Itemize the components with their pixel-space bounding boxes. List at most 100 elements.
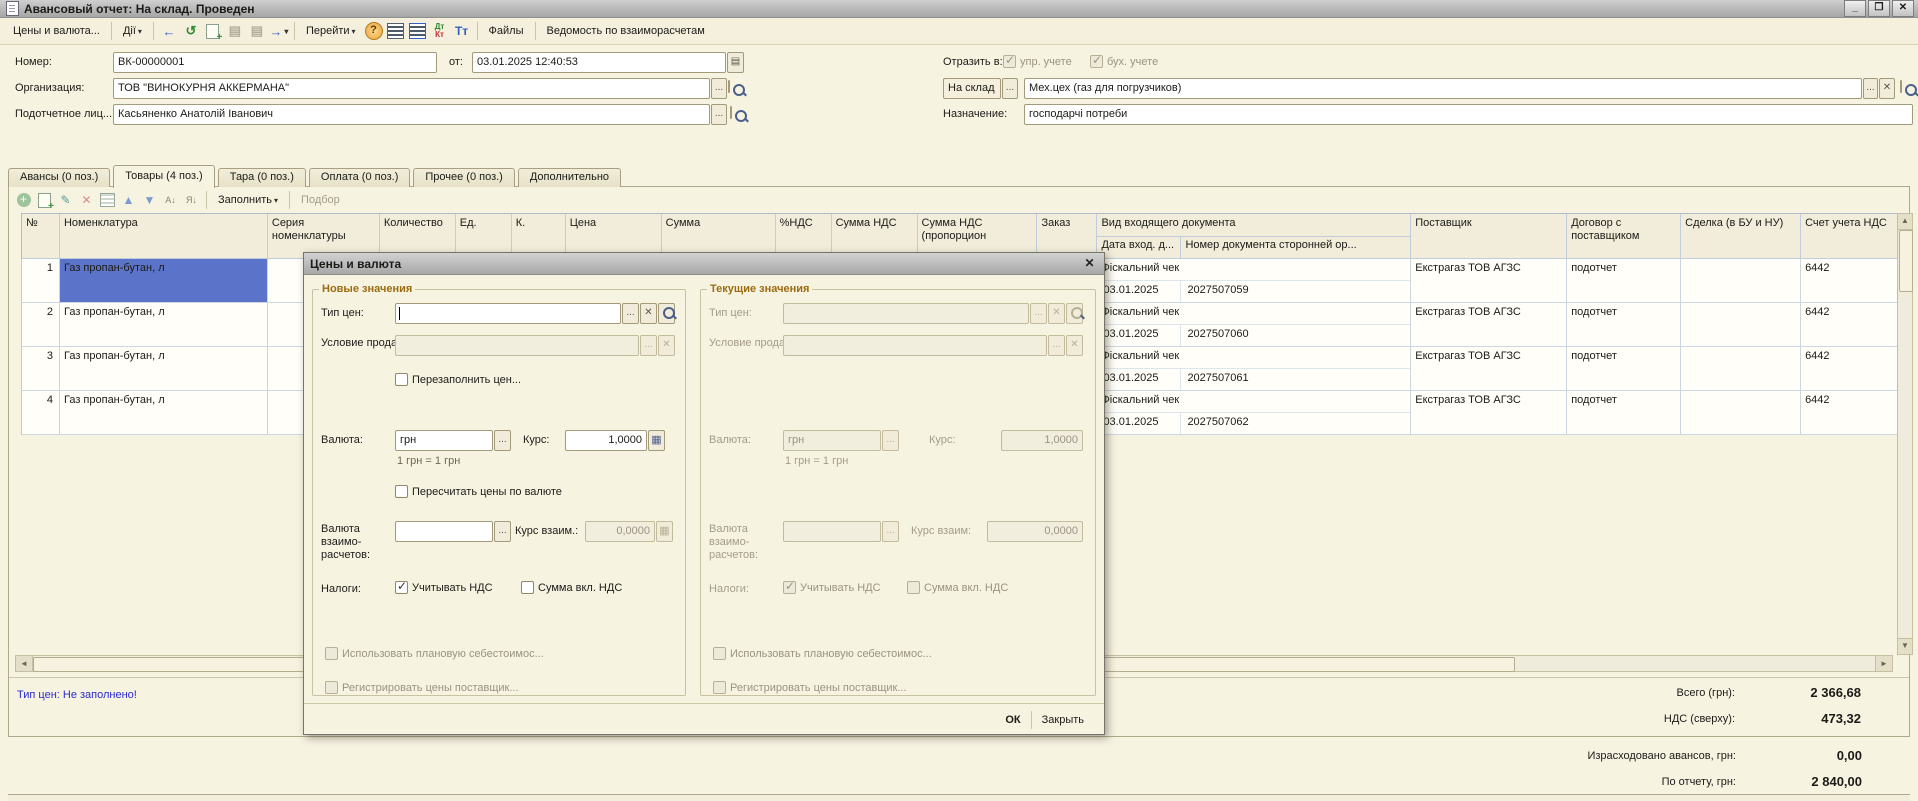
- account-cell[interactable]: 6442: [1801, 303, 1899, 347]
- row-number-cell[interactable]: 4: [22, 391, 60, 435]
- incoming-doc-cell[interactable]: Фіскальний чек 03.01.2025 2027507061: [1097, 347, 1412, 391]
- search-icon[interactable]: [1900, 80, 1917, 96]
- nomenclature-cell[interactable]: Газ пропан-бутан, л: [59, 303, 268, 347]
- vat-included-checkbox[interactable]: Сумма вкл. НДС: [521, 581, 622, 594]
- scroll-left-icon[interactable]: ◄: [16, 656, 33, 671]
- ellipsis-button[interactable]: ...: [494, 430, 511, 451]
- purpose-field[interactable]: господарчі потреби: [1024, 104, 1913, 125]
- row-number-cell[interactable]: 3: [22, 347, 60, 391]
- copy-add-icon[interactable]: [203, 21, 223, 43]
- date-field[interactable]: 03.01.2025 12:40:53: [472, 52, 726, 73]
- deal-cell[interactable]: [1681, 303, 1802, 347]
- tab-goods[interactable]: Товары (4 поз.): [113, 165, 215, 188]
- calendar-icon[interactable]: ▤: [727, 52, 744, 73]
- refill-prices-checkbox[interactable]: Перезаполнить цен...: [395, 373, 521, 386]
- scroll-down-icon[interactable]: ▼: [1898, 638, 1912, 654]
- supplier-cell[interactable]: Екстрагаз ТОВ АГЗС: [1411, 259, 1568, 303]
- files-button[interactable]: Файлы: [482, 22, 531, 40]
- nomenclature-cell[interactable]: Газ пропан-бутан, л: [59, 391, 268, 435]
- recalc-prices-checkbox[interactable]: Пересчитать цены по валюте: [395, 485, 562, 498]
- ellipsis-button[interactable]: ...: [711, 104, 727, 125]
- scroll-up-icon[interactable]: ▲: [1898, 214, 1912, 230]
- tab-payment[interactable]: Оплата (0 поз.): [308, 168, 411, 187]
- search-icon[interactable]: [728, 80, 745, 96]
- list-settings-icon[interactable]: [386, 21, 406, 41]
- close-button[interactable]: ✕: [1892, 0, 1914, 17]
- contract-cell[interactable]: подотчет: [1567, 303, 1682, 347]
- supplier-cell[interactable]: Екстрагаз ТОВ АГЗС: [1411, 347, 1568, 391]
- account-cell[interactable]: 6442: [1801, 391, 1899, 435]
- row-number-cell[interactable]: 2: [22, 303, 60, 347]
- number-field[interactable]: ВК-00000001: [113, 52, 437, 73]
- totals-icon[interactable]: Тт: [452, 21, 472, 41]
- supplier-cell[interactable]: Екстрагаз ТОВ АГЗС: [1411, 303, 1568, 347]
- scroll-right-icon[interactable]: ►: [1875, 656, 1892, 671]
- incoming-doc-cell[interactable]: Фіскальний чек 03.01.2025 2027507059: [1097, 259, 1412, 303]
- tab-additional[interactable]: Дополнительно: [517, 168, 622, 187]
- nomenclature-cell[interactable]: Газ пропан-бутан, л: [59, 259, 268, 303]
- ok-button[interactable]: ОК: [995, 711, 1032, 729]
- minimize-button[interactable]: _: [1844, 0, 1866, 17]
- currency-field[interactable]: грн: [395, 430, 493, 451]
- post-document-icon[interactable]: → ▾: [269, 21, 289, 41]
- scrollbar-thumb[interactable]: [1899, 230, 1913, 292]
- deal-cell[interactable]: [1681, 259, 1802, 303]
- save-close-icon[interactable]: ←: [159, 21, 179, 41]
- vertical-scrollbar[interactable]: ▲ ▼: [1897, 213, 1913, 655]
- supplier-cell[interactable]: Екстрагаз ТОВ АГЗС: [1411, 391, 1568, 435]
- organization-field[interactable]: ТОВ "ВИНОКУРНЯ АККЕРМАНА": [113, 78, 710, 99]
- ellipsis-button[interactable]: ...: [494, 521, 511, 542]
- edit-row-icon[interactable]: ✎: [56, 191, 75, 210]
- account-cell[interactable]: 6442: [1801, 259, 1899, 303]
- ellipsis-button[interactable]: ...: [1002, 78, 1018, 99]
- structure-icon[interactable]: [408, 21, 428, 41]
- nomenclature-cell[interactable]: Газ пропан-бутан, л: [59, 347, 268, 391]
- close-dialog-button[interactable]: Закрыть: [1032, 711, 1094, 729]
- contract-cell[interactable]: подотчет: [1567, 347, 1682, 391]
- move-up-icon[interactable]: ▲: [119, 191, 138, 210]
- sort-desc-icon[interactable]: Я↓: [182, 191, 201, 210]
- settlement-currency-field[interactable]: [395, 521, 493, 542]
- clear-icon[interactable]: ✕: [640, 303, 657, 324]
- warehouse-field[interactable]: Мех.цех (газ для погрузчиков): [1024, 78, 1862, 99]
- ellipsis-button[interactable]: ...: [711, 78, 727, 99]
- contract-cell[interactable]: подотчет: [1567, 391, 1682, 435]
- sort-asc-icon[interactable]: А↓: [161, 191, 180, 210]
- price-type-field[interactable]: [395, 303, 621, 324]
- refresh-icon[interactable]: ↺: [181, 21, 201, 41]
- document-icon: [6, 1, 19, 16]
- prices-currency-button[interactable]: Цены и валюта...: [6, 22, 107, 40]
- help-icon[interactable]: ?: [364, 21, 384, 41]
- add-row-icon[interactable]: +: [14, 191, 33, 210]
- restore-button[interactable]: ❐: [1868, 0, 1890, 17]
- tab-other[interactable]: Прочее (0 поз.): [413, 168, 515, 187]
- incoming-doc-cell[interactable]: Фіскальний чек 03.01.2025 2027507062: [1097, 391, 1412, 435]
- vat-account-checkbox[interactable]: Учитывать НДС: [395, 579, 493, 594]
- clear-icon[interactable]: ✕: [1879, 78, 1895, 99]
- ellipsis-button[interactable]: ...: [1863, 78, 1878, 99]
- dialog-close-icon[interactable]: ✕: [1081, 256, 1098, 271]
- actions-menu-button[interactable]: Дії ▾: [116, 22, 149, 40]
- dtkt-posting-icon[interactable]: Дт Кт: [430, 21, 450, 41]
- tab-advances[interactable]: Авансы (0 поз.): [8, 168, 111, 187]
- statement-button[interactable]: Ведомость по взаиморасчетам: [540, 22, 712, 40]
- move-down-icon[interactable]: ▼: [140, 191, 159, 210]
- calculator-icon[interactable]: ▦: [648, 430, 665, 451]
- accountable-person-field[interactable]: Касьяненко Анатолій Іванович: [113, 104, 710, 125]
- search-icon[interactable]: [730, 106, 747, 122]
- contract-cell[interactable]: подотчет: [1567, 259, 1682, 303]
- ellipsis-button[interactable]: ...: [622, 303, 639, 324]
- account-cell[interactable]: 6442: [1801, 347, 1899, 391]
- incoming-doc-cell[interactable]: Фіскальний чек 03.01.2025 2027507060: [1097, 303, 1412, 347]
- go-menu-button[interactable]: Перейти ▾: [299, 22, 363, 40]
- row-number-cell[interactable]: 1: [22, 259, 60, 303]
- tab-containers[interactable]: Тара (0 поз.): [217, 168, 306, 187]
- rate-field[interactable]: 1,0000: [565, 430, 647, 451]
- fill-menu-button[interactable]: Заполнить ▾: [211, 191, 285, 209]
- search-icon[interactable]: [658, 303, 675, 324]
- copy-row-icon[interactable]: [35, 191, 54, 212]
- warehouse-type-button[interactable]: На склад: [943, 78, 1001, 99]
- deal-cell[interactable]: [1681, 391, 1802, 435]
- delete-row-icon[interactable]: ✕: [77, 191, 96, 210]
- deal-cell[interactable]: [1681, 347, 1802, 391]
